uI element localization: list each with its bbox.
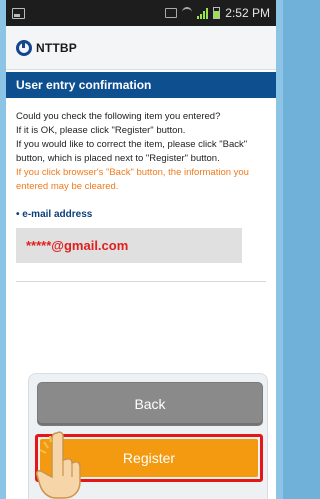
back-button[interactable]: Back — [37, 382, 263, 426]
email-value-box: *****@gmail.com — [16, 228, 242, 263]
instruction-line: If you would like to correct the item, p… — [16, 139, 248, 164]
instruction-line: If it is OK, please click "Register" but… — [16, 125, 186, 136]
wifi-icon — [182, 7, 193, 19]
page-title: User entry confirmation — [6, 72, 276, 98]
app-header: NTTBP — [6, 26, 276, 70]
divider — [16, 281, 266, 282]
warning-note: If you click browser's "Back" button, th… — [16, 167, 249, 192]
signal-strength-icon — [197, 7, 209, 19]
gallery-notification-icon — [12, 7, 25, 19]
logo-text: NTTBP — [36, 40, 77, 55]
screen-frame: 2:52 PM NTTBP User entry confirmation Co… — [0, 0, 283, 499]
mute-icon — [165, 8, 178, 18]
nttbp-logo-icon — [16, 39, 32, 56]
phone-screen: 2:52 PM NTTBP User entry confirmation Co… — [6, 0, 276, 499]
email-field-group: • e-mail address *****@gmail.com — [16, 208, 266, 263]
status-bar: 2:52 PM — [6, 0, 276, 26]
instruction-line: Could you check the following item you e… — [16, 111, 221, 122]
clock-time: 2:52 PM — [225, 6, 270, 20]
email-value: *****@gmail.com — [26, 237, 129, 253]
battery-icon — [213, 7, 221, 19]
email-label: • e-mail address — [16, 209, 93, 220]
confirmation-text: Could you check the following item you e… — [6, 98, 276, 282]
pointing-hand-icon — [36, 431, 81, 499]
